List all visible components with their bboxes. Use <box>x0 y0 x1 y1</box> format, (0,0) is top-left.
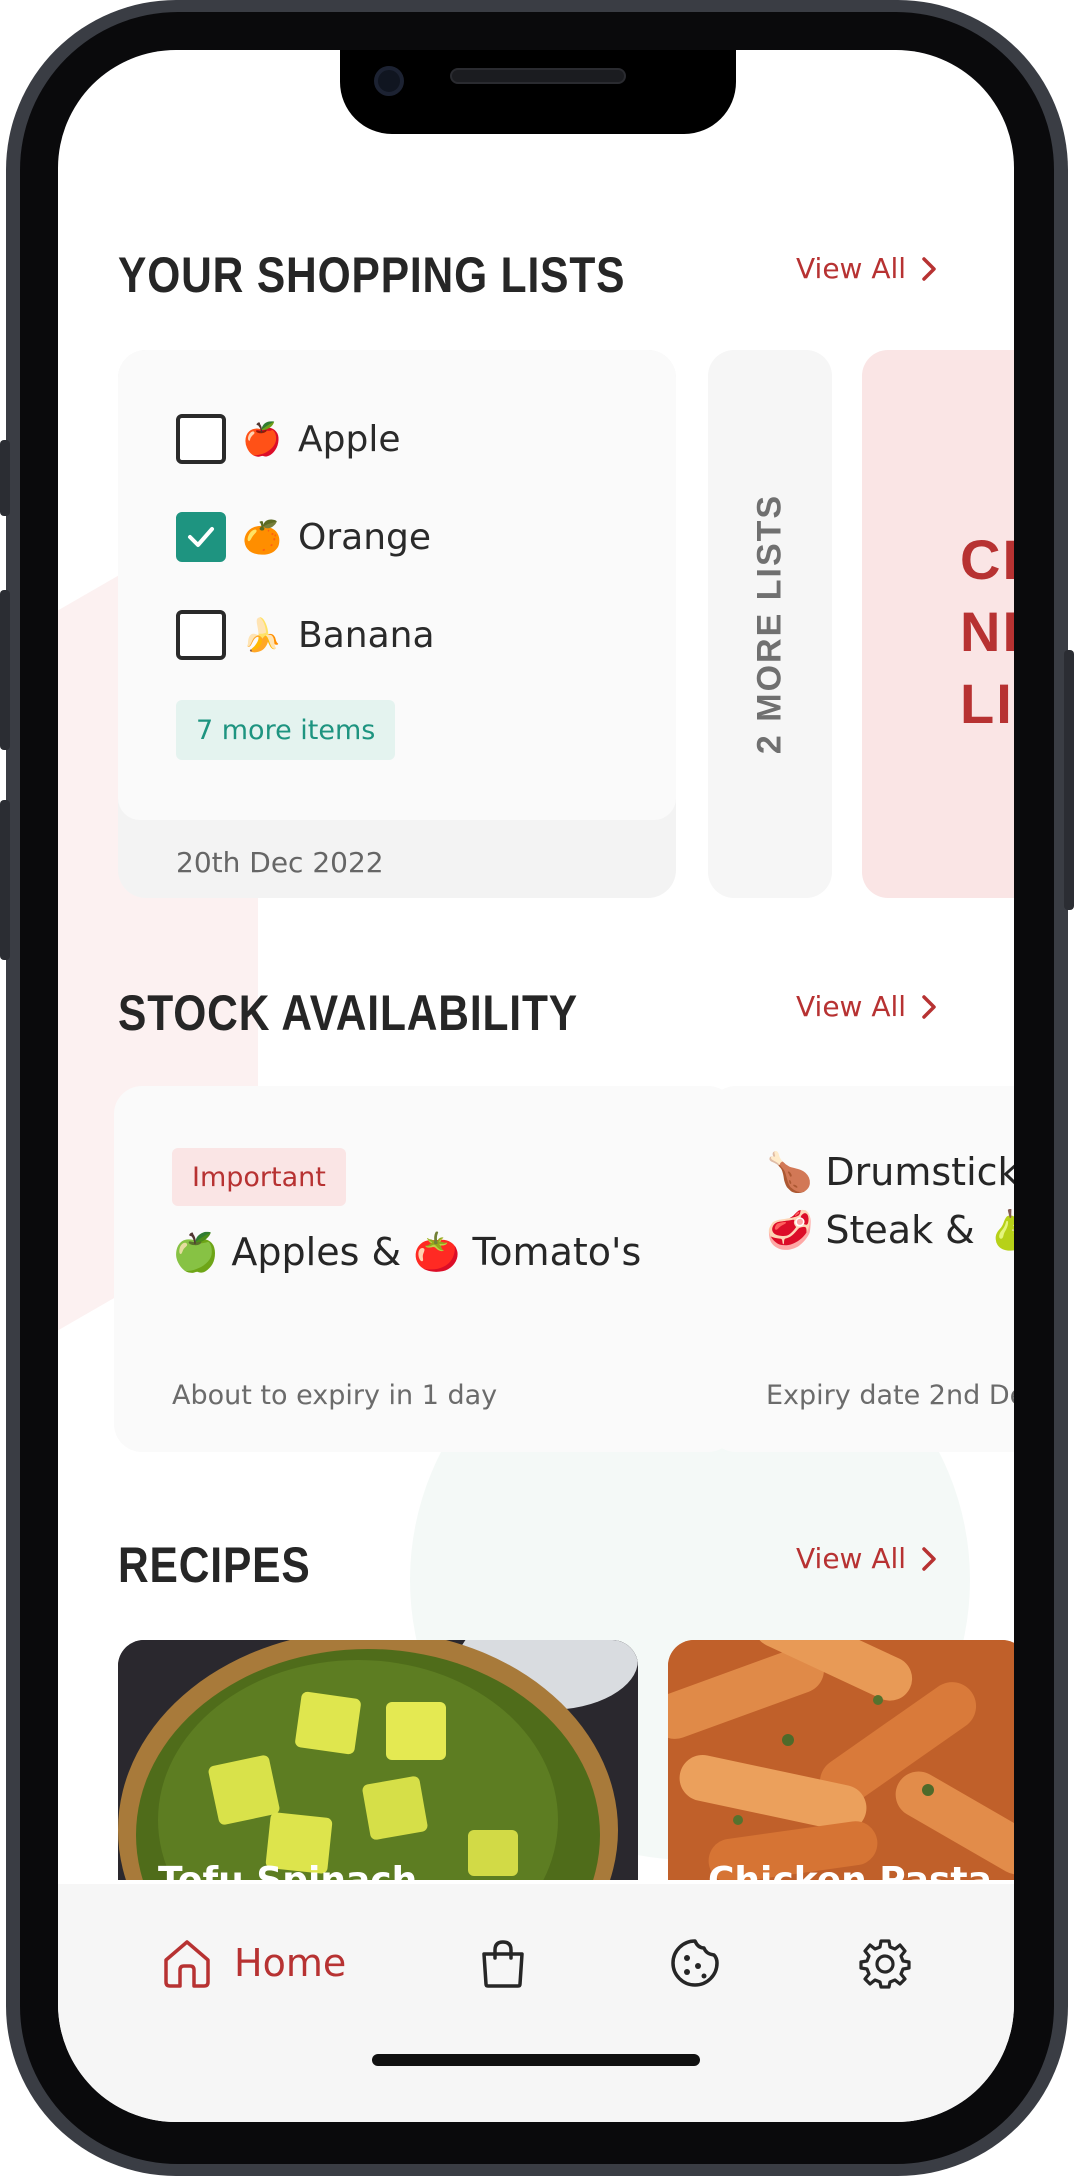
recipe-title: Chicken Pasta <box>708 1860 992 1880</box>
tofu-spinach-image <box>118 1640 638 1880</box>
nav-recipes[interactable] <box>668 1936 722 1990</box>
list-date: 20th Dec 2022 <box>176 846 384 879</box>
chicken-pasta-image <box>668 1640 1014 1880</box>
stock-view-all-link[interactable]: View All <box>796 990 938 1023</box>
list-item-label: Orange <box>298 516 432 558</box>
shopping-list-body: 🍎 Apple 🍊 Orange 🍌 Banana 7 more items <box>118 350 676 820</box>
nav-home-label: Home <box>234 1941 347 1985</box>
expiry-text: Expiry date 2nd De <box>766 1380 1014 1411</box>
checkbox-unchecked[interactable] <box>176 414 226 464</box>
chevron-right-icon <box>922 994 936 1019</box>
shopping-lists-title: YOUR SHOPPING LISTS <box>118 247 626 303</box>
front-camera <box>374 66 404 96</box>
stock-items-text: 🍏 Apples & 🍅 Tomato's <box>172 1230 642 1274</box>
checkmark-icon <box>188 527 214 547</box>
recipes-view-all-link[interactable]: View All <box>796 1542 938 1575</box>
list-item-apple[interactable]: 🍎 Apple <box>176 414 400 464</box>
recipes-title: RECIPES <box>118 1537 311 1593</box>
gear-icon <box>859 1939 911 1989</box>
cookie-icon <box>671 1939 719 1987</box>
shopping-bag-icon <box>482 1940 524 1988</box>
stock-card-meat[interactable]: 🍗 Drumsticks 🥩 Steak & 🍐 Expiry date 2nd… <box>708 1086 1014 1452</box>
shopping-view-all-link[interactable]: View All <box>796 252 938 285</box>
recipe-title: Tofu Spinach <box>158 1860 417 1880</box>
home-indicator <box>372 2054 700 2066</box>
checkbox-checked[interactable] <box>176 512 226 562</box>
side-button-silent <box>0 440 10 516</box>
app-screen: YOUR SHOPPING LISTS View All 🍎 Apple 🍊 O… <box>58 50 1014 2122</box>
home-icon <box>164 1940 210 1988</box>
expiry-text: About to expiry in 1 day <box>172 1380 498 1411</box>
more-lists-card[interactable]: 2 MORE LISTS <box>708 350 832 898</box>
view-all-label: View All <box>796 1542 907 1575</box>
nav-shopping[interactable] <box>476 1936 530 1990</box>
recipe-card-tofu-spinach[interactable]: Tofu Spinach <box>118 1640 638 1880</box>
list-item-orange[interactable]: 🍊 Orange <box>176 512 431 562</box>
bottom-navigation: Home <box>58 1884 1014 2122</box>
view-all-label: View All <box>796 990 907 1023</box>
stock-availability-title: STOCK AVAILABILITY <box>118 985 578 1041</box>
stock-card-important[interactable]: Important 🍏 Apples & 🍅 Tomato's About to… <box>114 1086 736 1452</box>
chevron-right-icon <box>922 256 936 281</box>
list-item-label: Apple <box>298 418 401 460</box>
side-button-volume-up <box>0 590 10 750</box>
orange-emoji-icon: 🍊 <box>242 518 282 556</box>
nav-home[interactable]: Home <box>160 1936 346 1990</box>
list-item-banana[interactable]: 🍌 Banana <box>176 610 435 660</box>
stock-items-text: 🍗 Drumsticks <box>766 1150 1014 1194</box>
more-items-chip[interactable]: 7 more items <box>176 700 396 760</box>
side-button-power <box>1064 650 1074 910</box>
more-lists-label: 2 MORE LISTS <box>750 493 789 755</box>
speaker <box>450 68 626 84</box>
view-all-label: View All <box>796 252 907 285</box>
shopping-list-card[interactable]: 🍎 Apple 🍊 Orange 🍌 Banana 7 more items 2… <box>118 350 676 898</box>
create-new-list-label: CR NE LIS <box>960 528 1014 735</box>
apple-emoji-icon: 🍎 <box>242 420 282 458</box>
notch <box>340 50 736 134</box>
stock-items-text: 🥩 Steak & 🍐 <box>766 1208 1014 1252</box>
chevron-right-icon <box>922 1546 936 1571</box>
list-item-label: Banana <box>298 614 435 656</box>
important-badge: Important <box>172 1148 346 1206</box>
nav-settings[interactable] <box>858 1936 912 1990</box>
create-new-list-card[interactable]: CR NE LIS <box>862 350 1014 898</box>
recipe-card-chicken-pasta[interactable]: Chicken Pasta <box>668 1640 1014 1880</box>
checkbox-unchecked[interactable] <box>176 610 226 660</box>
banana-emoji-icon: 🍌 <box>242 616 282 654</box>
side-button-volume-down <box>0 800 10 960</box>
